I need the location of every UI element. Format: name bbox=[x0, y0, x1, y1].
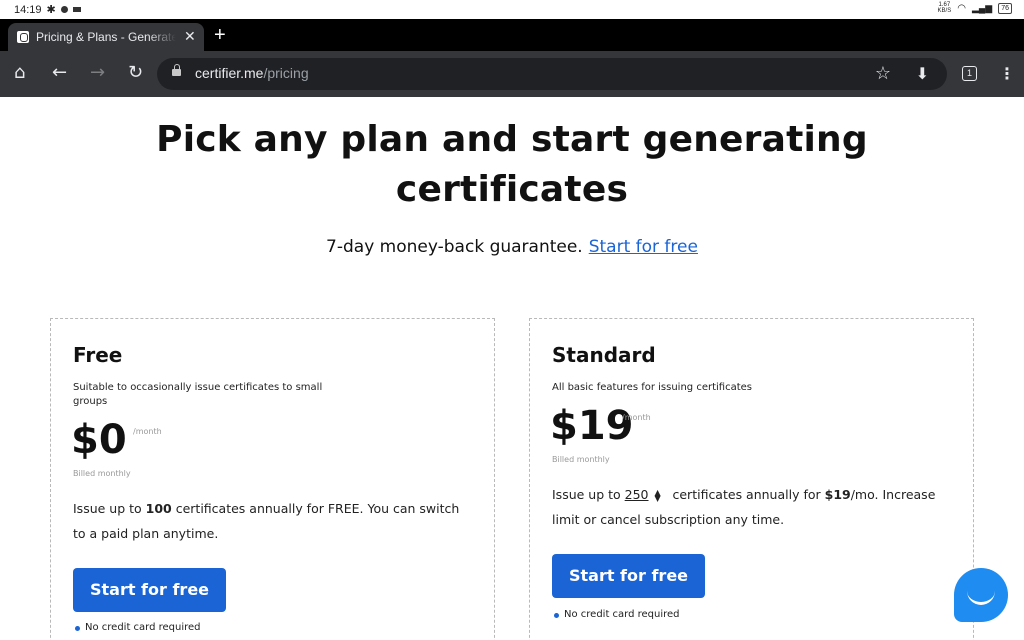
new-tab-button[interactable]: + bbox=[214, 25, 226, 45]
tab-strip: Pricing & Plans - Generate Di ✕ + bbox=[0, 19, 1024, 51]
tab-switcher-button[interactable]: 1 bbox=[962, 66, 977, 81]
stepper-arrows-icon[interactable]: ▲ ▼ bbox=[653, 488, 663, 502]
url-text[interactable]: certifier.me/pricing bbox=[195, 65, 309, 81]
address-bar[interactable]: certifier.me/pricing ☆ ⬇ bbox=[157, 58, 947, 90]
notification-icon bbox=[72, 7, 81, 12]
browser-toolbar: ⌂ ← → ↻ certifier.me/pricing ☆ ⬇ 1 ⋮ bbox=[0, 51, 1024, 97]
plan-name: Free bbox=[73, 343, 123, 367]
signal-icon: ▂▄▆ bbox=[971, 2, 993, 13]
bookmark-star-icon[interactable]: ☆ bbox=[875, 63, 891, 84]
no-credit-card-note: No credit card required bbox=[75, 622, 201, 633]
certificate-count-select[interactable]: 250 bbox=[625, 487, 649, 502]
bluetooth-icon: ✱ bbox=[46, 4, 56, 16]
plan-price: $19 bbox=[550, 403, 634, 449]
plan-blurb: Issue up to 100 certificates annually fo… bbox=[73, 501, 460, 541]
guarantee-line: 7-day money-back guarantee. Start for fre… bbox=[0, 237, 1024, 257]
network-speed: 1.67 KB/S bbox=[937, 2, 952, 14]
price-period: /month bbox=[133, 427, 162, 436]
plan-card-standard: Standard All basic features for issuing … bbox=[529, 318, 974, 640]
guarantee-text: 7-day money-back guarantee. bbox=[326, 237, 583, 257]
home-icon[interactable]: ⌂ bbox=[14, 63, 25, 83]
plan-name: Standard bbox=[552, 343, 656, 367]
close-tab-icon[interactable]: ✕ bbox=[184, 29, 196, 45]
forward-icon[interactable]: → bbox=[90, 63, 105, 83]
chat-bubble-icon[interactable] bbox=[954, 568, 1008, 622]
pricing-page: Pick any plan and start generating certi… bbox=[0, 97, 1024, 640]
plan-description: Suitable to occasionally issue certifica… bbox=[73, 382, 323, 407]
battery-icon: 76 bbox=[998, 2, 1012, 14]
start-for-free-link[interactable]: Start for free bbox=[589, 237, 698, 257]
reload-icon[interactable]: ↻ bbox=[128, 63, 143, 83]
no-credit-card-note: No credit card required bbox=[554, 609, 680, 620]
billing-cycle: Billed monthly bbox=[552, 455, 610, 464]
download-icon[interactable]: ⬇ bbox=[916, 64, 929, 83]
menu-icon[interactable]: ⋮ bbox=[999, 64, 1015, 83]
plan-card-free: Free Suitable to occasionally issue cert… bbox=[50, 318, 495, 640]
price-period: /month bbox=[622, 413, 651, 422]
billing-cycle: Billed monthly bbox=[73, 469, 131, 478]
plan-blurb: Issue up to 250 ▲ ▼ certificates annually … bbox=[552, 487, 936, 527]
spotify-icon bbox=[60, 6, 68, 13]
plan-description: All basic features for issuing certifica… bbox=[552, 382, 752, 393]
start-for-free-button[interactable]: Start for free bbox=[73, 568, 226, 612]
tab-title: Pricing & Plans - Generate Di bbox=[36, 30, 176, 44]
status-bar: 14:19 ✱ 1.67 KB/S ◠ ▂▄▆ 76 bbox=[0, 0, 1024, 19]
plan-price: $0 bbox=[71, 417, 127, 463]
lock-icon[interactable] bbox=[172, 64, 181, 76]
browser-tab[interactable]: Pricing & Plans - Generate Di ✕ bbox=[8, 23, 204, 51]
clock: 14:19 bbox=[14, 3, 42, 16]
certifier-favicon-icon bbox=[17, 31, 29, 43]
wifi-icon: ◠ bbox=[957, 2, 966, 14]
start-for-free-button[interactable]: Start for free bbox=[552, 554, 705, 598]
back-icon[interactable]: ← bbox=[52, 63, 67, 83]
page-title: Pick any plan and start generating certi… bbox=[156, 119, 868, 210]
